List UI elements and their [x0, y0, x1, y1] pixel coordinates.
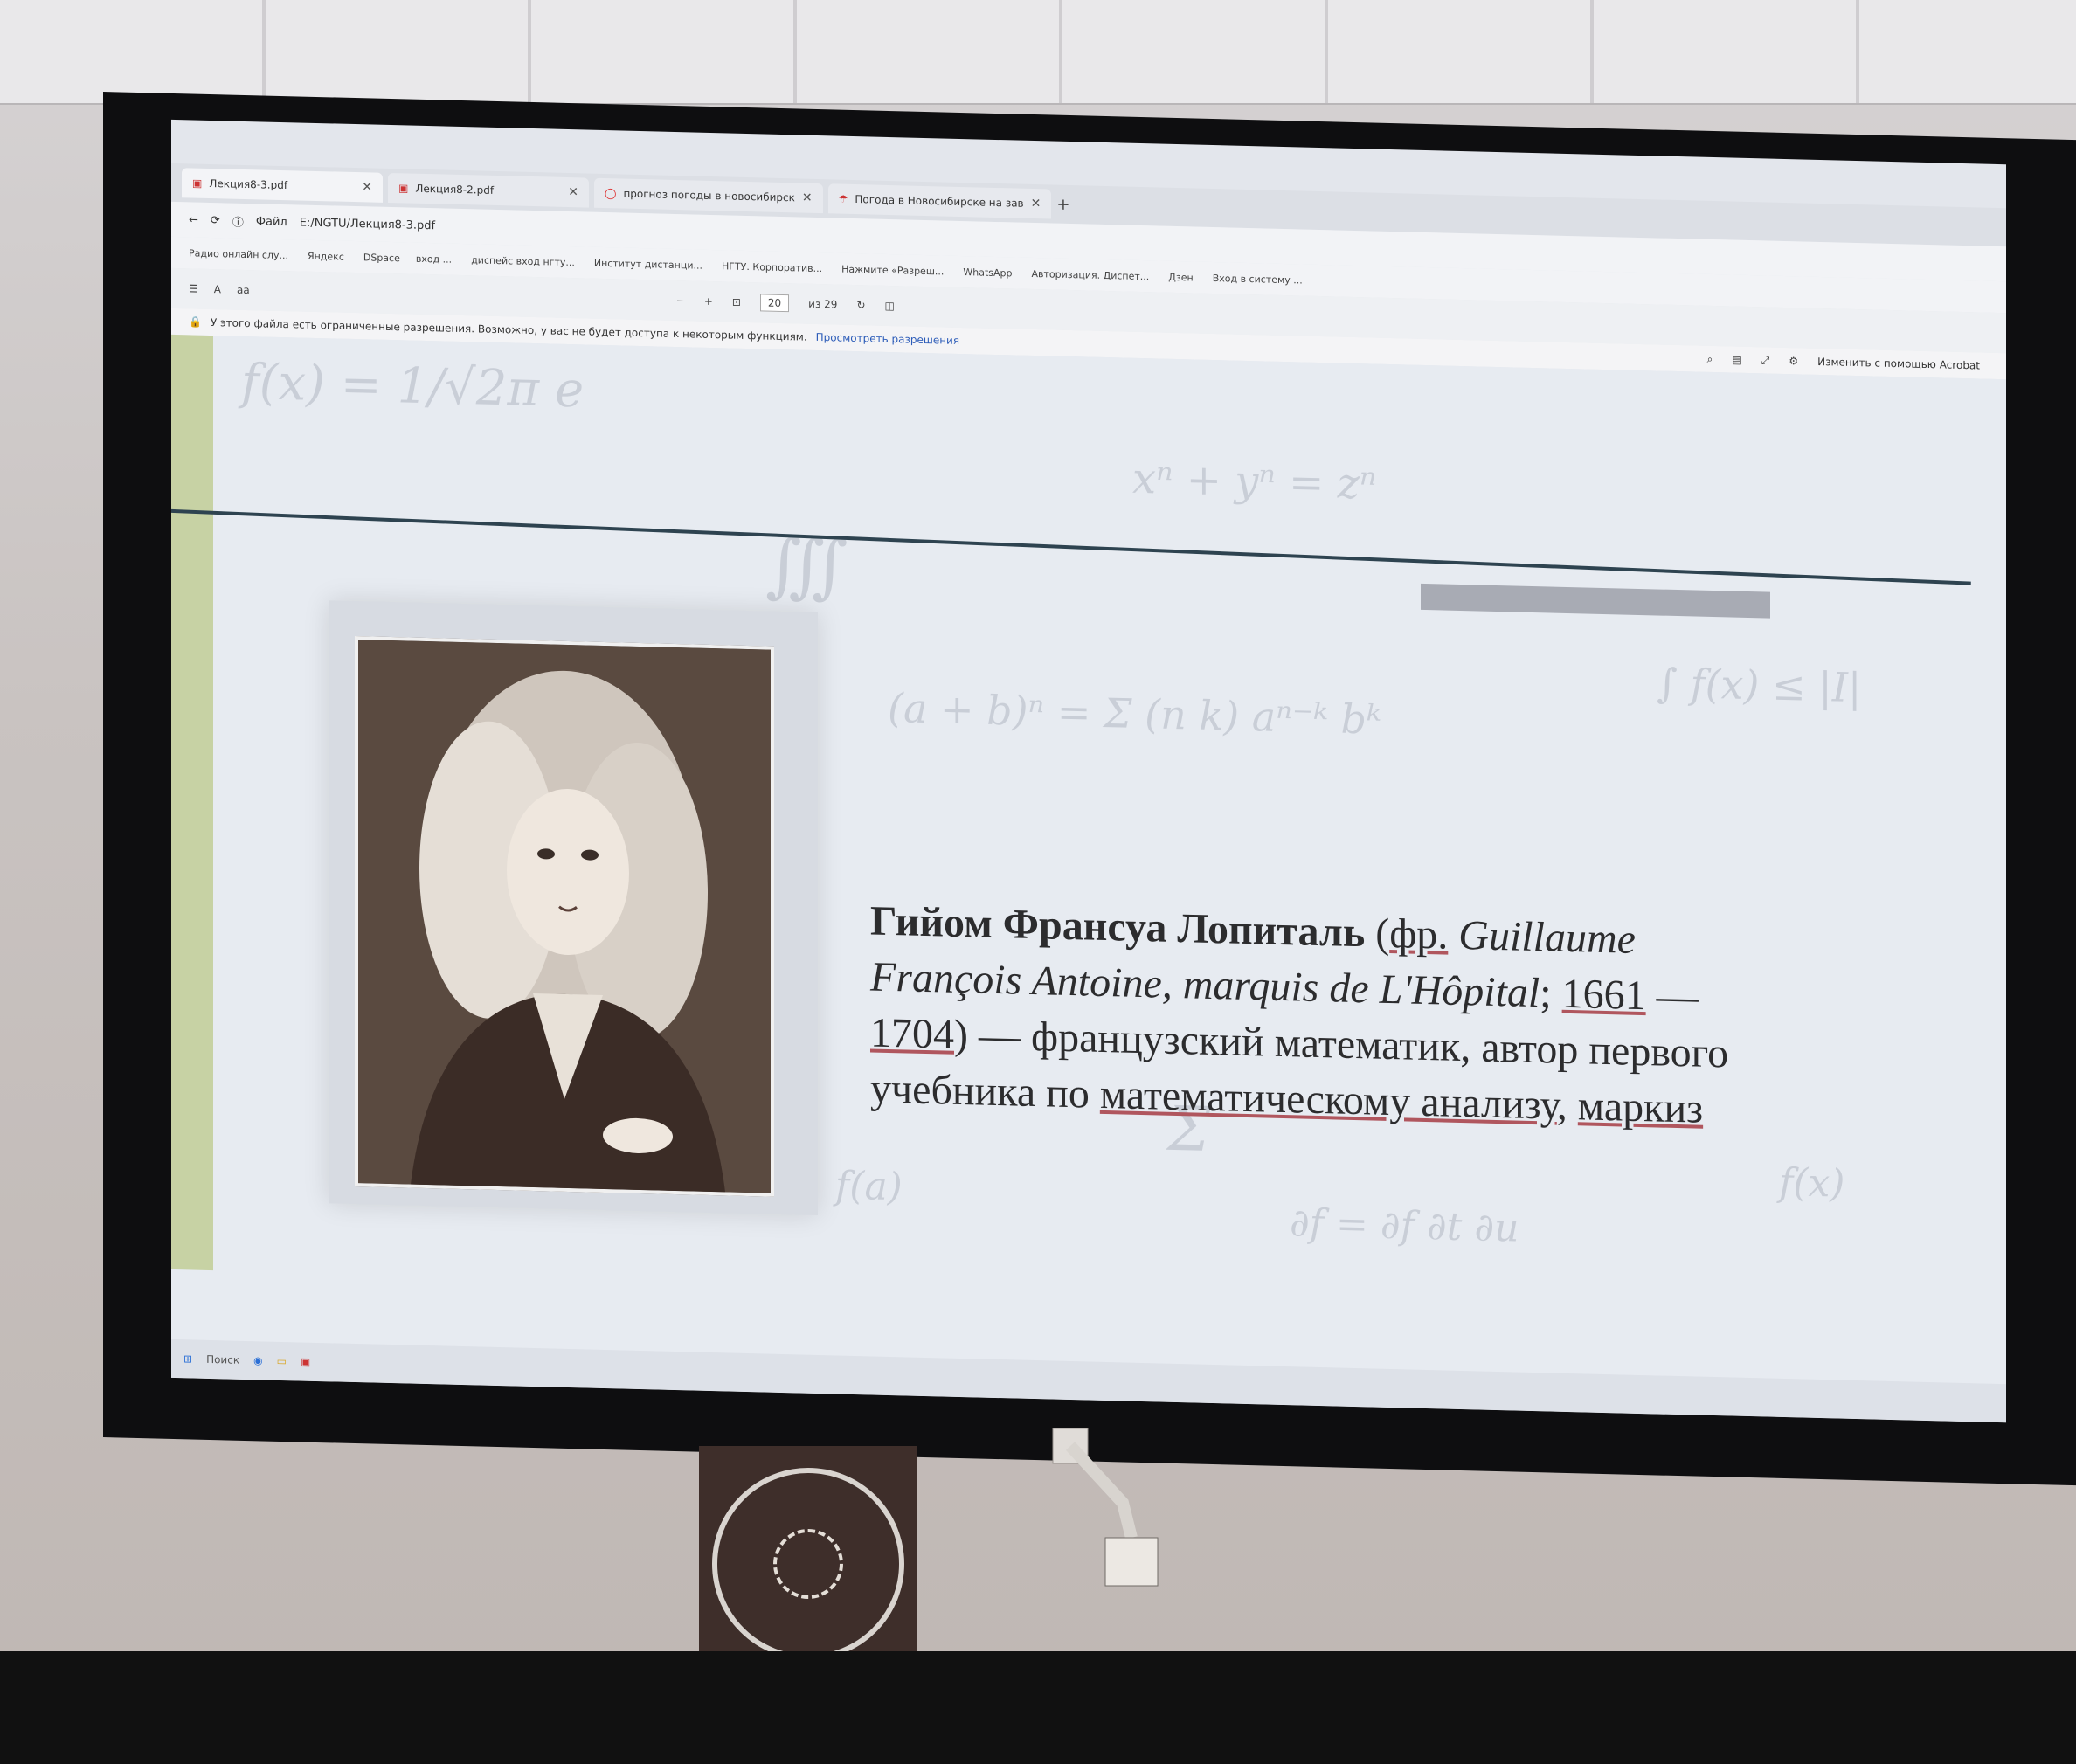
tab-label: Лекция8-3.pdf	[209, 176, 288, 192]
decorative-bar	[1421, 583, 1770, 619]
taskbar-search[interactable]: Поиск	[206, 1353, 239, 1366]
view-permissions-link[interactable]: Просмотреть разрешения	[816, 331, 959, 347]
background-formula: f(a)	[835, 1163, 903, 1210]
file-info-icon: ⓘ	[232, 216, 244, 230]
projector-screen-frame: ▣ Лекция8-3.pdf ✕ ▣ Лекция8-2.pdf ✕ ◯ пр…	[103, 92, 2076, 1486]
bookmark-item[interactable]: Радио онлайн слу...	[189, 247, 288, 261]
wall-ventilation-fan	[699, 1446, 917, 1673]
whiteboard-edge	[0, 1651, 2076, 1764]
page-number-input[interactable]: 20	[759, 294, 790, 313]
back-icon[interactable]: ←	[189, 213, 198, 226]
close-icon[interactable]: ✕	[1031, 197, 1041, 211]
tab-lecture-2[interactable]: ▣ Лекция8-2.pdf ✕	[388, 172, 589, 208]
bookmark-item[interactable]: Институт дистанци...	[594, 257, 702, 271]
bookmark-item[interactable]: Яндекс	[308, 250, 344, 262]
address-prefix: Файл	[255, 214, 287, 229]
zoom-in-button[interactable]: +	[704, 295, 713, 308]
reload-icon[interactable]: ⟳	[211, 214, 220, 227]
tab-label: Погода в Новосибирске на зав	[855, 193, 1024, 210]
save-icon[interactable]: ▤	[1732, 354, 1741, 366]
page-view-icon[interactable]: ◫	[885, 300, 895, 312]
close-icon[interactable]: ✕	[362, 180, 372, 194]
background-formula: ∂f = ∂f ∂t ∂u	[1290, 1200, 1519, 1251]
tab-weather[interactable]: ☂ Погода в Новосибирске на зав ✕	[827, 183, 1052, 219]
fullscreen-icon[interactable]: ⤢	[1761, 354, 1770, 367]
text-size-icon[interactable]: A	[214, 283, 221, 295]
death-year-link[interactable]: 1704	[870, 1009, 954, 1057]
fit-page-icon[interactable]: ⊡	[732, 296, 741, 308]
bookmark-item[interactable]: НГТУ. Корпоратив...	[722, 260, 822, 274]
pdf-app-icon[interactable]: ▣	[301, 1356, 310, 1368]
search-icon[interactable]: ⌕	[1707, 352, 1713, 365]
tab-label: прогноз погоды в новосибирск	[623, 187, 795, 204]
fan-hub	[773, 1529, 843, 1599]
bookmark-item[interactable]: DSpace — вход ...	[363, 252, 452, 265]
new-tab-icon[interactable]: +	[1056, 195, 1069, 213]
bookmark-item[interactable]: Нажмите «Разреш...	[841, 263, 944, 277]
page-total: из 29	[808, 297, 838, 311]
background-formula: f(x) = 1/√2π e	[241, 353, 585, 419]
pdf-icon: ▣	[192, 176, 203, 190]
start-icon[interactable]: ⊞	[183, 1352, 192, 1365]
birth-year-link[interactable]: 1661	[1562, 971, 1646, 1019]
calculus-link[interactable]: математическому анализу	[1100, 1071, 1557, 1129]
bookmark-item[interactable]: Вход в систему ...	[1213, 273, 1303, 287]
pdf-icon: ▣	[398, 182, 409, 195]
read-aloud-icon[interactable]: aa	[237, 284, 250, 296]
explorer-icon[interactable]: ▭	[277, 1355, 287, 1367]
edit-with-acrobat-button[interactable]: Изменить с помощью Acrobat	[1817, 356, 1980, 372]
address-path[interactable]: E:/NGTU/Лекция8-3.pdf	[300, 216, 435, 232]
lhopital-portrait	[358, 640, 771, 1193]
projected-screen: ▣ Лекция8-3.pdf ✕ ▣ Лекция8-2.pdf ✕ ◯ пр…	[171, 119, 2006, 1423]
bookmark-item[interactable]: Авторизация. Диспет...	[1032, 267, 1150, 281]
marquis-link[interactable]: маркиз	[1578, 1083, 1703, 1132]
browser-icon[interactable]: ◉	[253, 1354, 262, 1366]
background-formula: (a + b)ⁿ = Σ (n k) aⁿ⁻ᵏ bᵏ	[888, 683, 1381, 744]
person-name: Гийом Франсуа Лопиталь	[870, 897, 1366, 957]
bookmark-item[interactable]: WhatsApp	[963, 266, 1012, 279]
slide-accent-strip	[171, 334, 213, 1271]
page-controls: − + ⊡ 20 из 29 ↻ ◫	[676, 292, 895, 315]
settings-icon[interactable]: ⚙	[1789, 355, 1798, 367]
background-formula: ∫ f(x) ≤ |I|	[1657, 659, 1862, 712]
portrait-image	[355, 636, 774, 1197]
zoom-out-button[interactable]: −	[676, 294, 685, 307]
contents-icon[interactable]: ☰	[189, 282, 198, 294]
portrait-frame	[329, 600, 818, 1215]
umbrella-icon: ☂	[838, 192, 848, 205]
tab-label: Лекция8-2.pdf	[415, 182, 495, 197]
tab-lecture-3[interactable]: ▣ Лекция8-3.pdf ✕	[182, 168, 383, 203]
close-icon[interactable]: ✕	[802, 191, 813, 205]
bookmark-item[interactable]: диспейс вход нгту...	[471, 254, 575, 268]
tab-weather-search[interactable]: ◯ прогноз погоды в новосибирск ✕	[594, 177, 823, 214]
title-divider-line	[171, 508, 1971, 585]
background-formula: xⁿ + yⁿ = zⁿ	[1132, 453, 1377, 509]
close-icon[interactable]: ✕	[568, 185, 578, 199]
biography-text: Гийом Франсуа Лопиталь (фр. Guillaume Fr…	[870, 897, 1729, 1132]
bookmark-item[interactable]: Дзен	[1168, 271, 1193, 283]
opera-icon: ◯	[605, 187, 617, 200]
background-formula: f(x)	[1779, 1159, 1845, 1207]
language-link[interactable]: фр.	[1389, 910, 1448, 958]
lock-icon: 🔒	[189, 315, 202, 329]
pdf-page: f(x) = 1/√2π e xⁿ + yⁿ = zⁿ ∭ (a + b)ⁿ =…	[171, 334, 2006, 1385]
projector-mount	[1052, 1428, 1159, 1587]
rotate-icon[interactable]: ↻	[856, 299, 865, 311]
ceiling	[0, 0, 2076, 105]
